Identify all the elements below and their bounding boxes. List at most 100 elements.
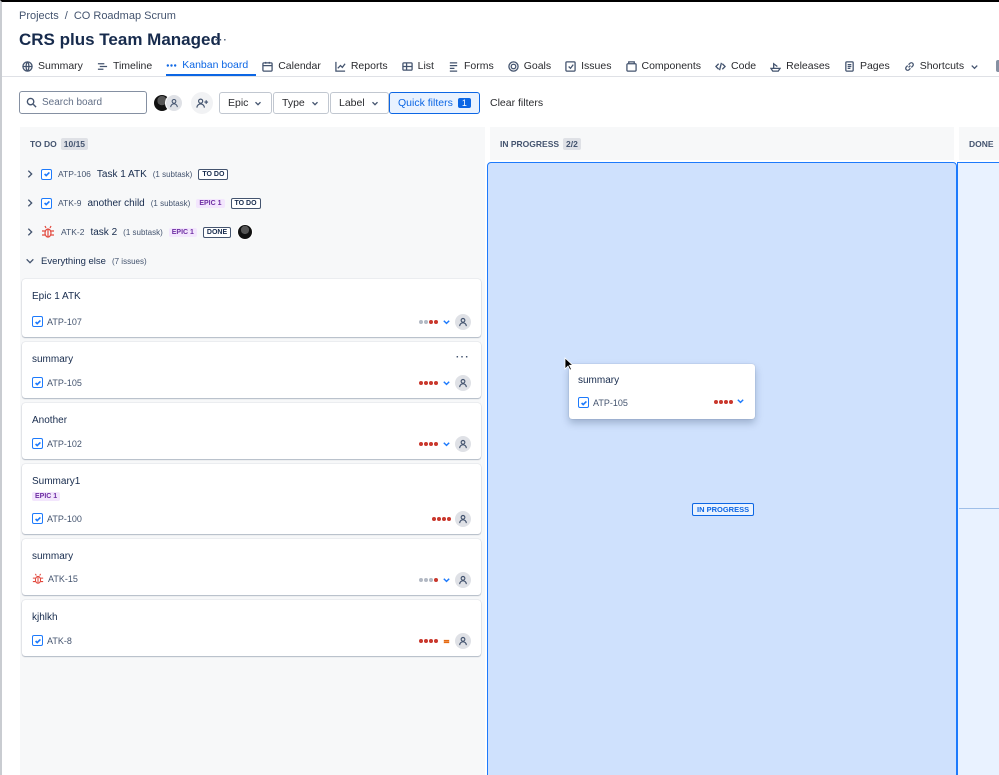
tab-list[interactable]: List xyxy=(401,56,442,76)
quick-filters-button[interactable]: Quick filters 1 xyxy=(389,92,480,114)
issue-card[interactable]: Another ATP-102 xyxy=(22,403,481,459)
quick-filters-label: Quick filters xyxy=(398,97,453,109)
tab-label: List xyxy=(417,60,434,72)
priority-medium-icon xyxy=(443,639,450,643)
epic-filter-label: Epic xyxy=(228,97,249,109)
card-more-button[interactable]: ⋯ xyxy=(455,348,469,365)
swimlane-header[interactable]: ATP-106 Task 1 ATK (1 subtask) TO DO xyxy=(25,165,229,183)
tab-timeline[interactable]: Timeline xyxy=(97,56,160,76)
issue-key: ATK-8 xyxy=(47,635,72,646)
done-drop-zone[interactable] xyxy=(957,162,999,775)
issue-card[interactable]: Summary1 EPIC 1 ATP-100 xyxy=(22,464,481,534)
issue-card[interactable]: Epic 1 ATK ATP-107 xyxy=(22,279,481,337)
unassigned-avatar[interactable] xyxy=(165,94,183,112)
chevron-down-icon xyxy=(311,101,318,106)
tab-reports[interactable]: Reports xyxy=(335,56,396,76)
epic-badge: EPIC 1 xyxy=(168,227,197,237)
chevron-down-icon xyxy=(26,258,34,264)
swimlane-header-everything-else[interactable]: Everything else (7 issues) xyxy=(25,252,147,270)
breadcrumb-projects[interactable]: Projects xyxy=(19,10,59,22)
dragged-card[interactable]: summary ATP-105 xyxy=(569,364,755,419)
mouse-cursor-icon xyxy=(564,357,574,371)
tab-label: Summary xyxy=(38,60,83,72)
avatar[interactable] xyxy=(237,224,254,240)
card-title: summary xyxy=(578,375,620,386)
type-filter-label: Type xyxy=(282,97,305,109)
tab-label: Goals xyxy=(523,60,552,72)
column-name: DONE xyxy=(969,138,994,149)
tab-calendar[interactable]: Calendar xyxy=(262,56,329,76)
tabs-divider xyxy=(2,76,999,77)
more-actions-button[interactable]: ⋯ xyxy=(214,32,228,48)
chevron-right-icon xyxy=(27,228,33,236)
page-title: CRS plus Team Managed xyxy=(19,30,221,49)
tab-issues[interactable]: Issues xyxy=(565,56,619,76)
chevron-right-icon xyxy=(27,170,33,178)
issue-card[interactable]: summary ⋯ ATP-105 xyxy=(22,342,481,398)
tab-label: Pages xyxy=(859,60,890,72)
story-point-dots xyxy=(432,517,451,521)
globe-icon xyxy=(22,60,33,72)
avatar-group[interactable] xyxy=(153,94,183,112)
breadcrumb-project[interactable]: CO Roadmap Scrum xyxy=(74,10,176,22)
tab-forms[interactable]: Forms xyxy=(448,56,502,76)
assignee-avatar[interactable] xyxy=(455,375,471,391)
issue-title: another child xyxy=(87,197,145,209)
label-filter-label: Label xyxy=(339,97,365,109)
label-filter-button[interactable]: Label xyxy=(330,92,389,114)
tab-label: Reports xyxy=(350,60,388,72)
swimlane-header[interactable]: ATK-9 another child (1 subtask) EPIC 1 T… xyxy=(25,194,261,212)
story-point-dots xyxy=(419,578,438,582)
timeline-icon xyxy=(97,62,108,70)
card-title: Epic 1 ATK xyxy=(32,291,81,302)
subtask-count: (1 subtask) xyxy=(150,198,191,208)
tab-goals[interactable]: Goals xyxy=(507,56,559,76)
tab-releases[interactable]: Releases xyxy=(770,56,838,76)
target-icon xyxy=(507,60,519,72)
bug-icon xyxy=(32,573,44,584)
column-header-todo: TO DO 10/15 xyxy=(20,127,485,160)
issue-key: ATP-105 xyxy=(47,377,82,388)
code-icon xyxy=(715,62,727,70)
assignee-avatar[interactable] xyxy=(455,436,471,452)
drop-zone-label: IN PROGRESS xyxy=(692,503,755,516)
epic-filter-button[interactable]: Epic xyxy=(219,92,273,114)
chevron-down-icon xyxy=(371,101,378,106)
task-type-icon xyxy=(32,513,43,524)
tab-label: Kanban board xyxy=(182,59,249,71)
type-filter-button[interactable]: Type xyxy=(273,92,329,114)
subtask-count: (1 subtask) xyxy=(152,169,193,179)
tab-label: Releases xyxy=(786,60,830,72)
tab-pages[interactable]: Pages xyxy=(844,56,898,76)
assignee-avatar[interactable] xyxy=(455,314,471,330)
tab-summary[interactable]: Summary xyxy=(22,56,91,76)
swimlane-title: Everything else xyxy=(41,255,106,267)
tab-shortcuts[interactable]: Shortcuts xyxy=(904,56,988,76)
done-divider xyxy=(959,508,999,509)
card-title: Another xyxy=(32,415,68,426)
story-point-dots xyxy=(419,381,438,385)
add-people-button[interactable] xyxy=(191,92,213,114)
clear-filters-button[interactable]: Clear filters xyxy=(490,97,543,109)
card-title: Summary1 xyxy=(32,476,81,487)
breadcrumb: Projects / CO Roadmap Scrum xyxy=(19,10,176,22)
assignee-avatar[interactable] xyxy=(455,572,471,588)
issue-card[interactable]: kjhlkh ATK-8 xyxy=(22,600,481,656)
tab-label: Calendar xyxy=(278,60,321,72)
assignee-avatar[interactable] xyxy=(455,511,471,527)
tab-components[interactable]: Components xyxy=(625,56,710,76)
components-icon xyxy=(625,60,637,72)
chevron-down-icon xyxy=(255,101,262,106)
swimlane-header[interactable]: ATK-2 task 2 (1 subtask) EPIC 1 DONE xyxy=(25,223,254,241)
tab-kanban-board[interactable]: Kanban board xyxy=(166,56,257,76)
add-person-icon xyxy=(195,98,208,108)
search-input[interactable]: Search board xyxy=(19,91,147,114)
app-frame: Projects / CO Roadmap Scrum CRS plus Tea… xyxy=(0,0,999,775)
issue-card[interactable]: summary ATK-15 xyxy=(22,539,481,595)
list-icon xyxy=(401,61,413,71)
search-placeholder: Search board xyxy=(42,97,103,108)
in-progress-drop-zone[interactable] xyxy=(487,162,957,775)
epic-badge: EPIC 1 xyxy=(32,492,61,501)
assignee-avatar[interactable] xyxy=(455,633,471,649)
tab-code[interactable]: Code xyxy=(715,56,764,76)
